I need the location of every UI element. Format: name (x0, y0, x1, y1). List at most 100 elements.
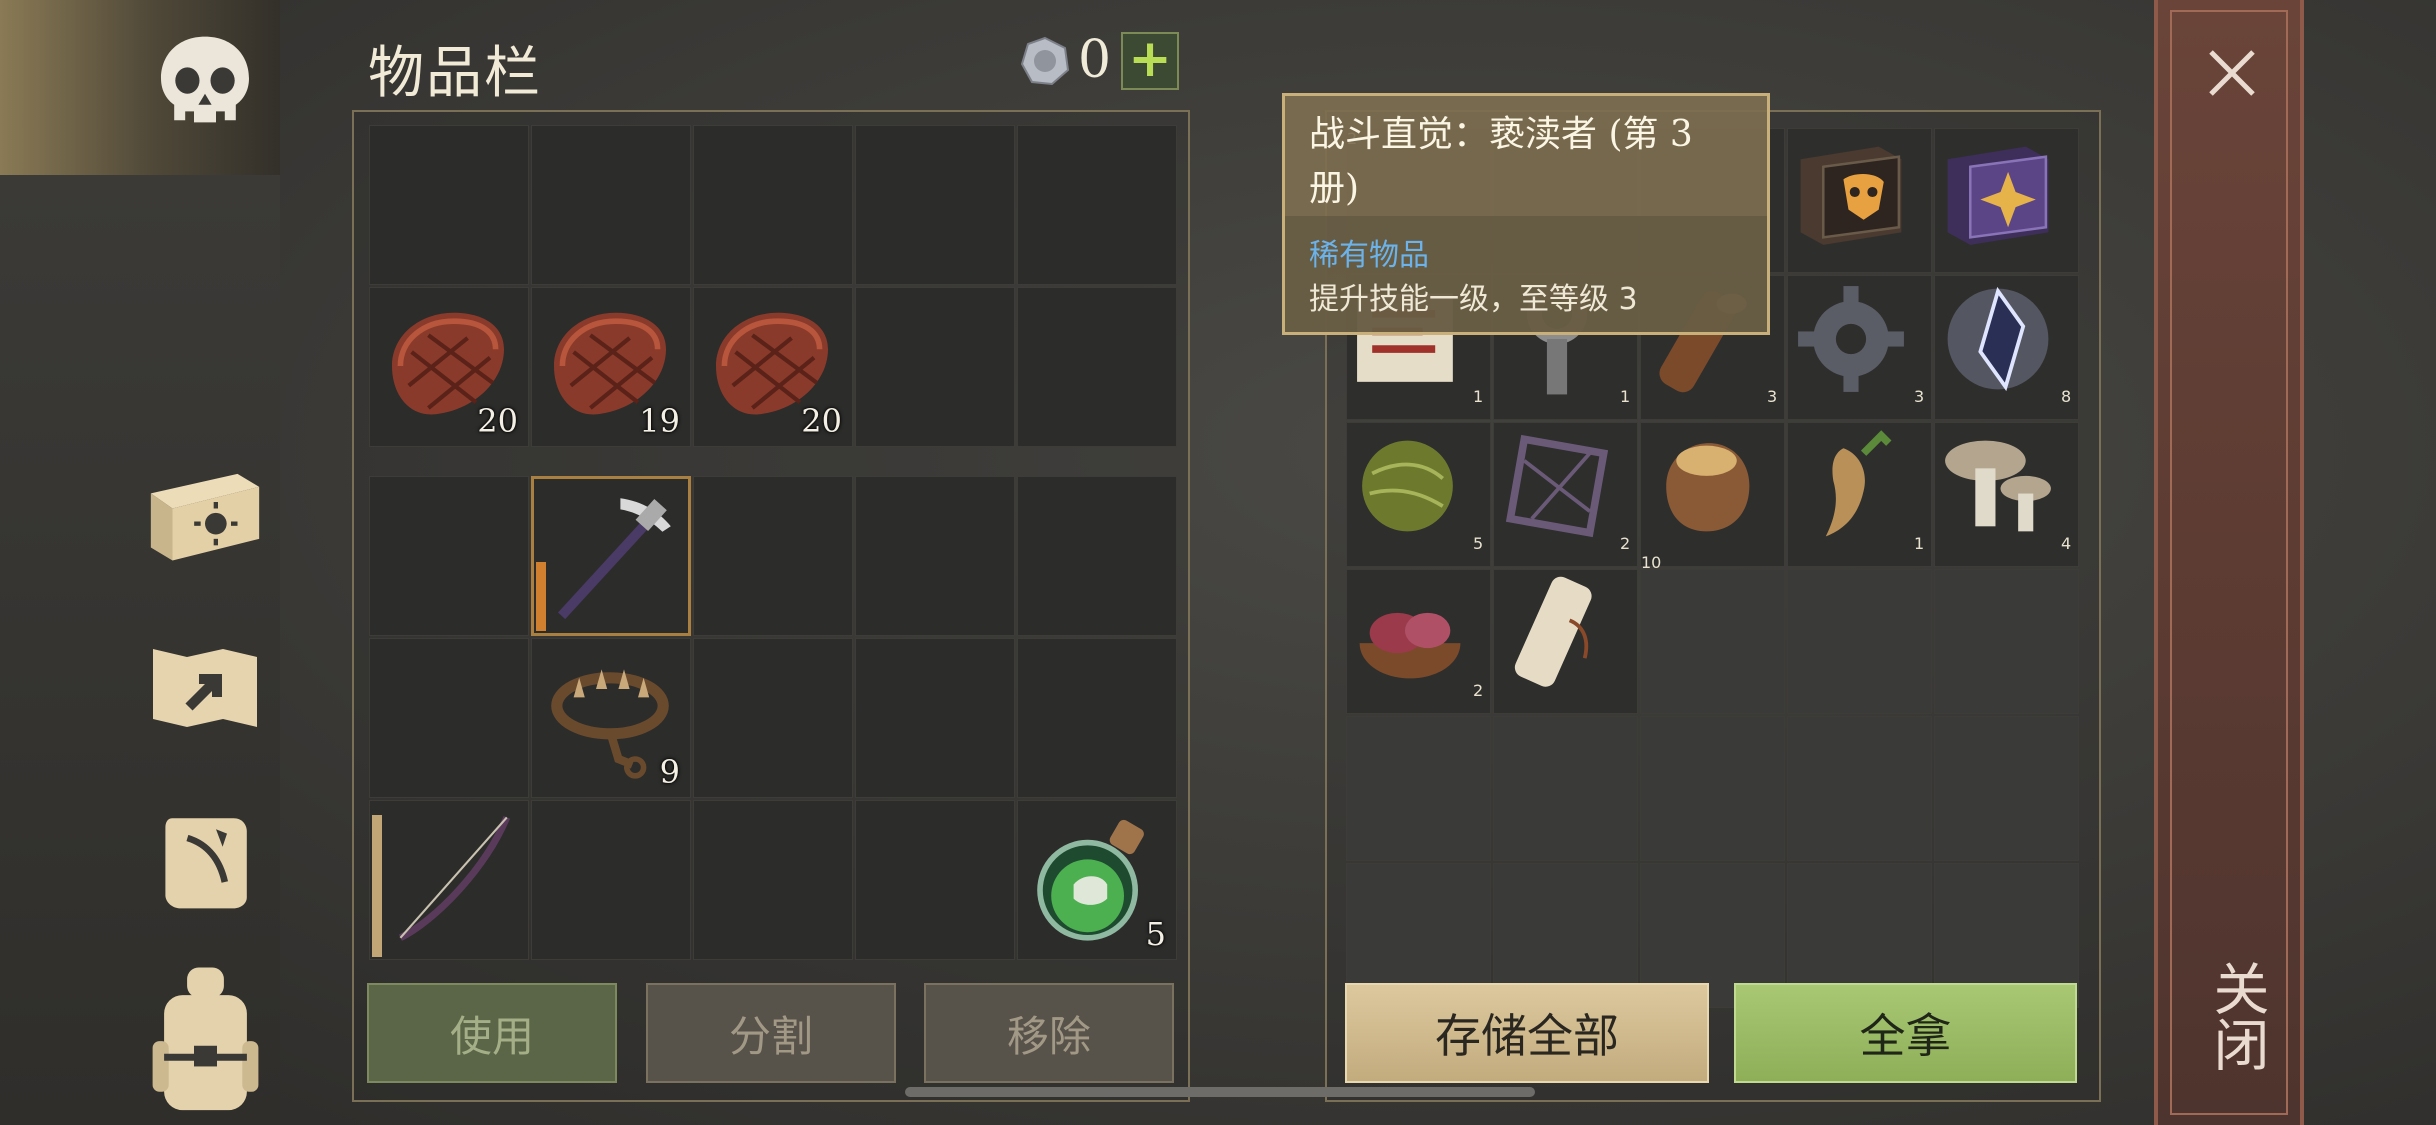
item-quantity: 2 (1620, 534, 1631, 553)
inventory-slot-empty[interactable] (1640, 716, 1785, 861)
inventory-slot-empty[interactable] (1493, 716, 1638, 861)
inventory-slot[interactable] (1787, 128, 1932, 273)
inventory-slot-empty[interactable] (1934, 716, 2079, 861)
grass-ball-icon (1347, 440, 1473, 553)
inventory-slot[interactable]: 20 (369, 287, 529, 447)
inventory-slot-empty[interactable] (693, 638, 853, 798)
inventory-slot-empty[interactable] (1017, 125, 1177, 285)
inventory-slot-empty[interactable] (531, 125, 691, 285)
inventory-slot-empty[interactable] (1787, 569, 1932, 714)
skull-icon[interactable] (150, 30, 260, 140)
inventory-slot-empty[interactable] (693, 476, 853, 636)
inventory-slot-empty[interactable] (855, 638, 1015, 798)
inventory-slot[interactable] (1493, 569, 1638, 714)
inventory-slot[interactable]: 5 (1017, 800, 1177, 960)
inventory-slot[interactable]: 3 (1787, 275, 1932, 420)
inventory-slot-empty[interactable] (1017, 638, 1177, 798)
close-panel[interactable] (2154, 0, 2304, 1125)
gear-icon (1788, 286, 1914, 406)
inventory-slot-empty[interactable] (1017, 287, 1177, 447)
use-button[interactable]: 使用 (367, 983, 617, 1083)
skill-book-purple-icon (1935, 146, 2061, 259)
home-indicator (905, 1087, 1535, 1097)
wood-log-icon (1641, 290, 1767, 406)
skill-book-orange-icon (1788, 146, 1914, 259)
inventory-slot[interactable]: 8 (1934, 275, 2079, 420)
item-tooltip: 战斗直觉：亵渎者 (第 3 册) 稀有物品 提升技能一级，至等级 3 (1282, 93, 1770, 335)
inventory-slot-empty[interactable] (693, 125, 853, 285)
store-all-button[interactable]: 存储全部 (1345, 983, 1709, 1083)
inventory-grid-bottom: 95 (369, 476, 1177, 960)
inventory-slot-empty[interactable] (369, 125, 529, 285)
close-icon[interactable] (2205, 46, 2259, 100)
tooltip-description: 提升技能一级，至等级 3 (1309, 282, 1638, 317)
inventory-slot-empty[interactable] (855, 125, 1015, 285)
crystal-icon (1935, 286, 2061, 406)
inventory-slot[interactable] (1934, 128, 2079, 273)
raw-meat-bowl-icon (1347, 612, 1473, 700)
item-quantity: 20 (477, 402, 518, 440)
inventory-slot-empty[interactable] (1640, 569, 1785, 714)
inventory-slot[interactable]: 4 (1934, 422, 2079, 567)
item-quantity: 4 (2061, 534, 2072, 553)
take-all-button[interactable]: 全拿 (1734, 983, 2077, 1083)
mushroom-icon (1935, 440, 2061, 553)
inventory-slot-empty[interactable] (855, 287, 1015, 447)
durability-bar (372, 814, 382, 957)
inventory-slot-empty[interactable] (855, 800, 1015, 960)
remove-button[interactable]: 移除 (924, 983, 1174, 1083)
inventory-grid-top: 20 19 20 (369, 125, 1177, 447)
inventory-slot[interactable]: 1 (1787, 422, 1932, 567)
item-quantity: 3 (1767, 387, 1778, 406)
scroll-map-icon (1347, 293, 1473, 406)
item-quantity: 8 (2061, 387, 2072, 406)
item-quantity: 1 (1620, 387, 1631, 406)
map-icon[interactable] (145, 630, 265, 740)
inventory-slot-empty[interactable] (855, 476, 1015, 636)
paper-roll-icon (1494, 576, 1620, 700)
close-label[interactable]: 关闭 (2196, 960, 2277, 1072)
item-quantity: 5 (1145, 915, 1166, 953)
inventory-slot[interactable] (531, 476, 691, 636)
inventory-title: 物品栏 (368, 41, 542, 106)
durability-bar (536, 561, 546, 631)
inventory-slot-empty[interactable] (1787, 716, 1932, 861)
item-quantity: 20 (801, 402, 842, 440)
item-quantity: 1 (1914, 534, 1925, 553)
root-icon (1788, 430, 1914, 553)
skills-book-icon[interactable] (140, 460, 270, 570)
inventory-slot[interactable]: 2 (1493, 422, 1638, 567)
item-quantity: 3 (1914, 387, 1925, 406)
inventory-slot[interactable] (369, 800, 529, 960)
item-quantity: 9 (659, 753, 680, 791)
inventory-slot-empty[interactable] (369, 476, 529, 636)
net-frame-icon (1494, 434, 1620, 553)
inventory-slot-empty[interactable] (531, 800, 691, 960)
inventory-slot-empty[interactable] (1934, 569, 2079, 714)
inventory-slot[interactable]: 2 (1346, 569, 1491, 714)
close-panel-border (2170, 10, 2288, 1115)
item-quantity: 2 (1473, 681, 1484, 700)
inventory-slot[interactable]: 19 (531, 287, 691, 447)
tooltip-body: 稀有物品 提升技能一级，至等级 3 (1285, 216, 1767, 332)
inventory-slot[interactable]: 9 (531, 638, 691, 798)
inventory-slot[interactable]: 20 (693, 287, 853, 447)
tooltip-title: 战斗直觉：亵渎者 (第 3 册) (1309, 114, 1693, 209)
inventory-slot-empty[interactable] (1017, 476, 1177, 636)
inventory-slot-empty[interactable] (693, 800, 853, 960)
add-coin-button[interactable]: + (1121, 32, 1179, 90)
coin-icon (1020, 36, 1070, 86)
inventory-slot-empty[interactable] (1346, 716, 1491, 861)
quest-scroll-icon[interactable] (150, 805, 260, 915)
wrench-icon (1494, 283, 1620, 406)
item-quantity: 1 (1473, 387, 1484, 406)
inventory-slot-empty[interactable] (369, 638, 529, 798)
backpack-icon[interactable] (148, 965, 263, 1115)
split-button[interactable]: 分割 (646, 983, 896, 1083)
item-quantity: 19 (639, 402, 680, 440)
coin-count: 0 (1078, 30, 1112, 90)
inventory-slot[interactable]: 5 (1346, 422, 1491, 567)
grain-sack-icon (1641, 443, 1767, 553)
inventory-slot[interactable]: 10 (1640, 422, 1785, 572)
tooltip-rarity: 稀有物品 (1309, 238, 1429, 273)
